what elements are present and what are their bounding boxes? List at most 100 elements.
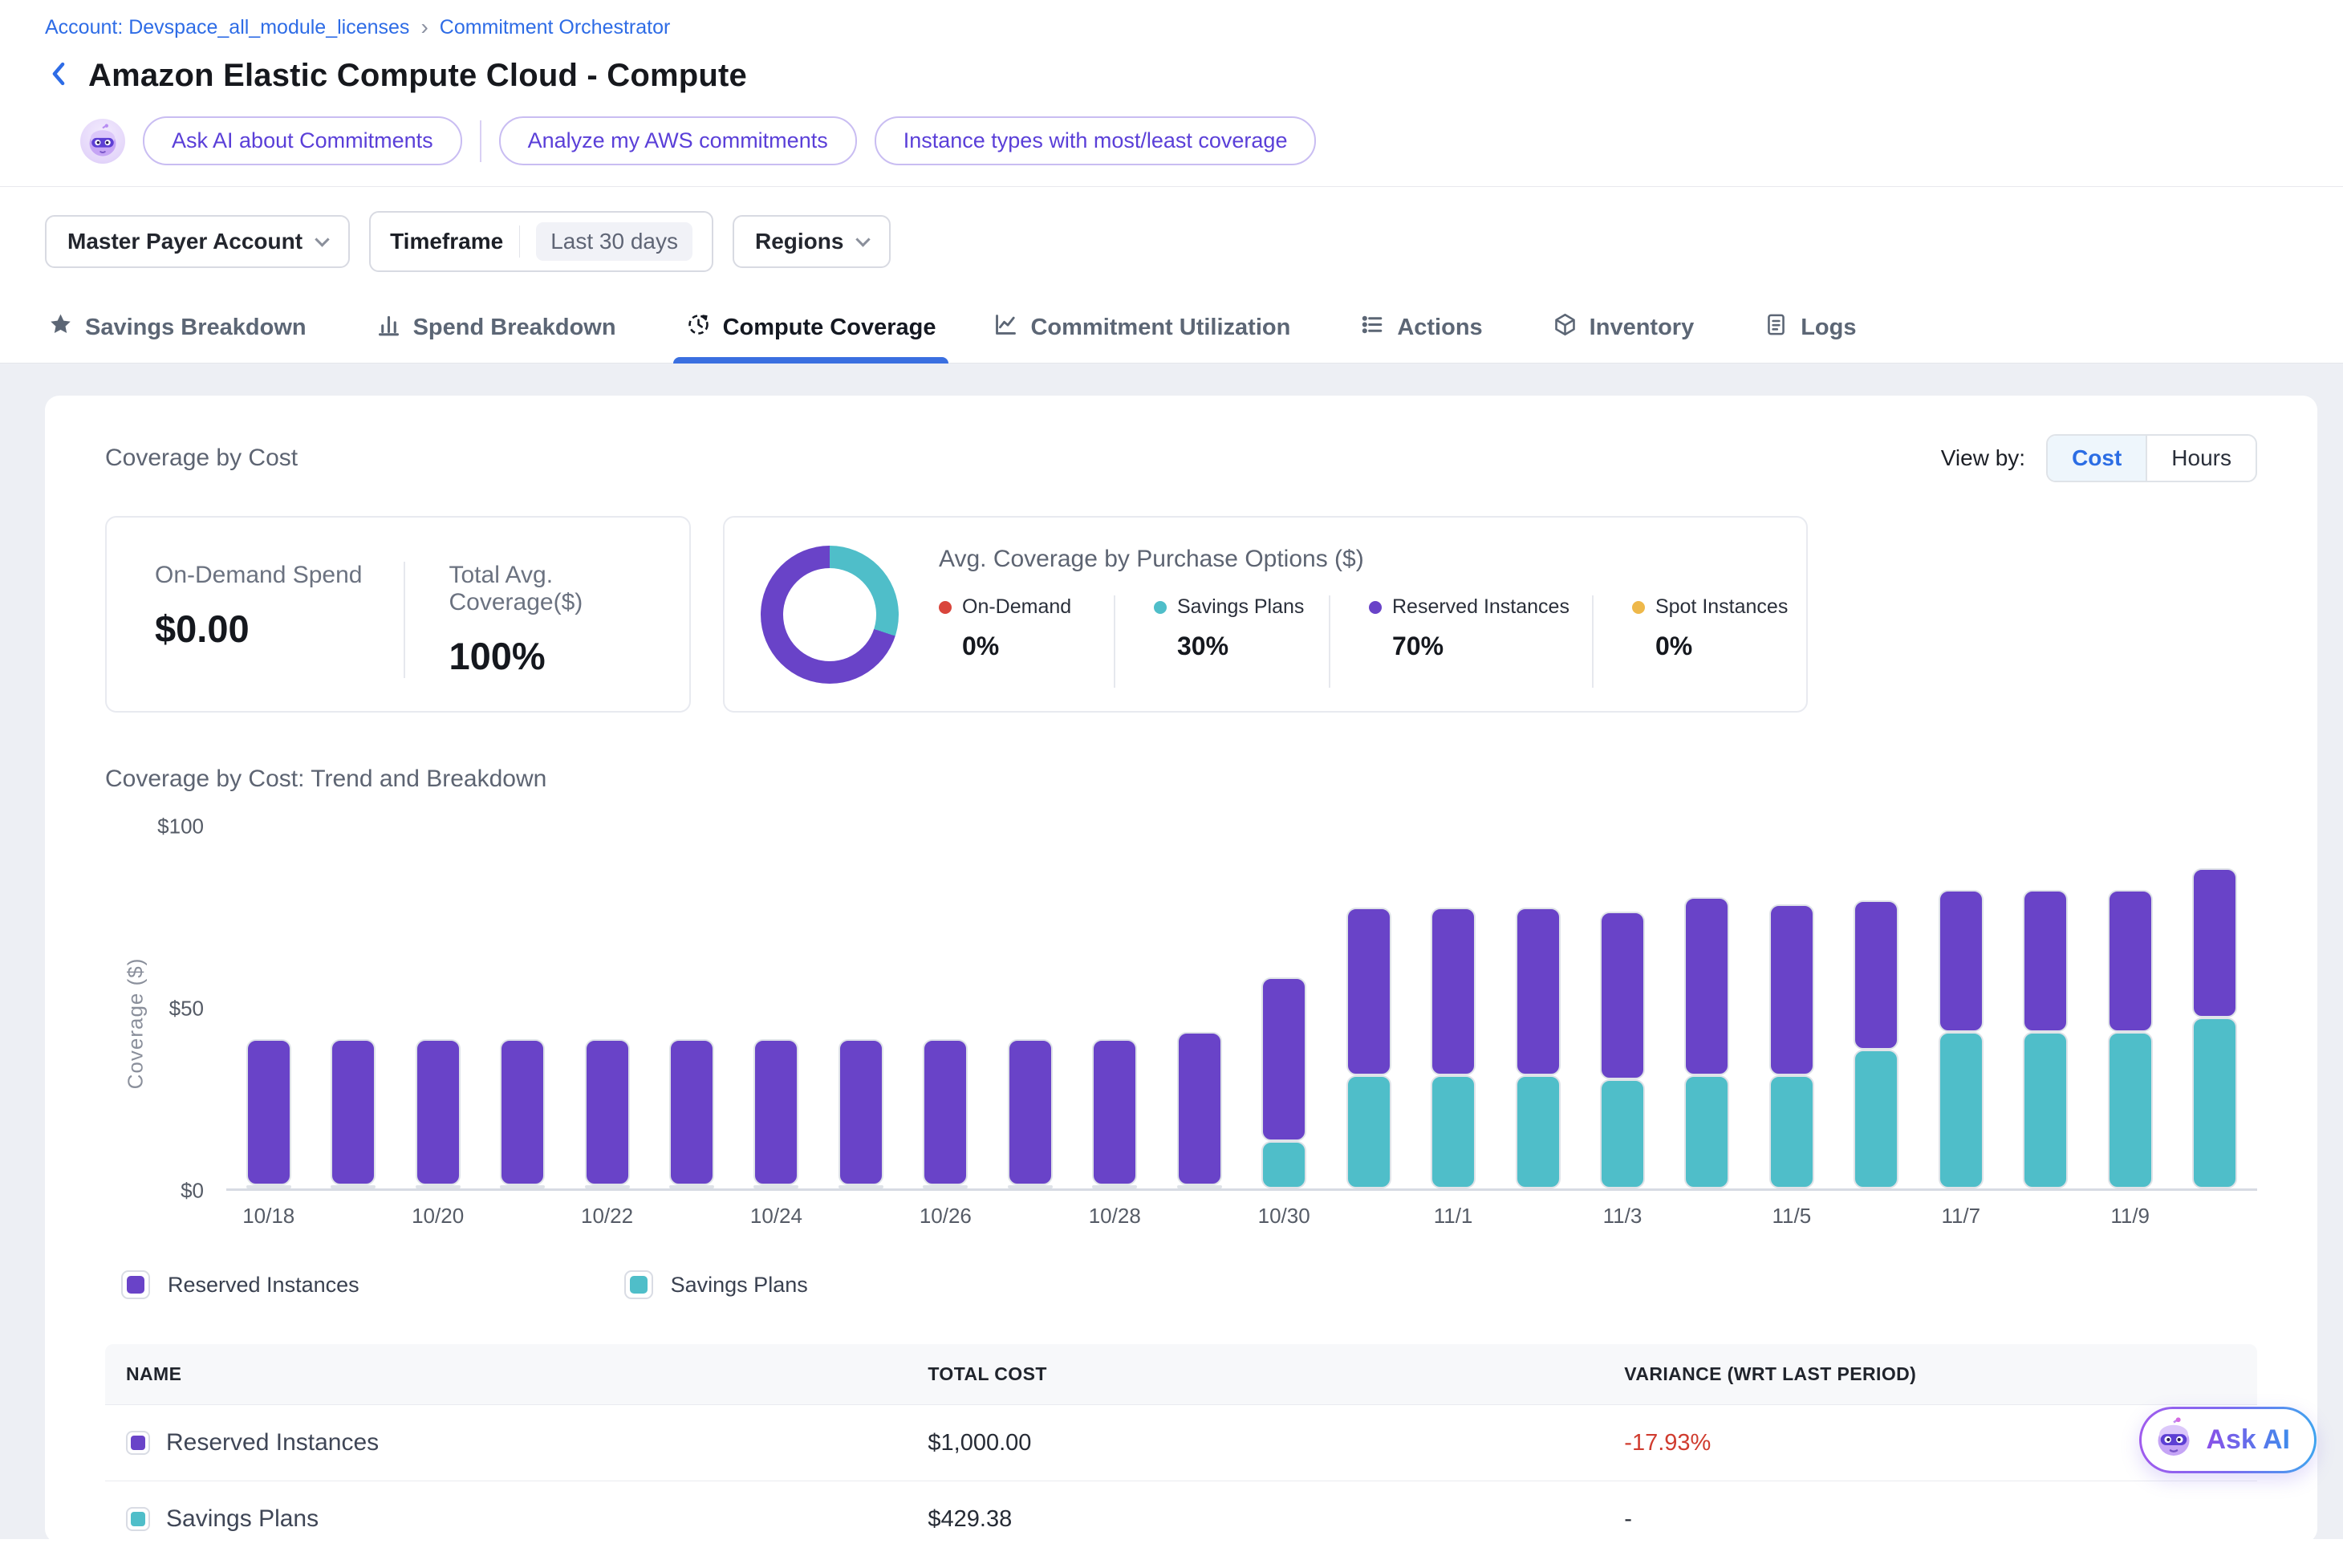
- trend-bar[interactable]: [1769, 904, 1814, 1188]
- table-row[interactable]: Savings Plans$429.38-: [105, 1481, 2257, 1543]
- trend-bar[interactable]: [1177, 1032, 1222, 1188]
- bar-segment-savings-plans: [585, 1185, 630, 1188]
- purchase-option-value: 30%: [1177, 632, 1306, 661]
- table-row[interactable]: Reserved Instances$1,000.00-17.93%: [105, 1404, 2257, 1481]
- bar-segment-savings-plans: [1092, 1185, 1137, 1188]
- bar-segment-reserved-instances: [1177, 1032, 1222, 1185]
- tab-label: Actions: [1397, 315, 1482, 341]
- row-swatch-icon: [126, 1431, 150, 1455]
- line-chart-icon: [993, 312, 1018, 343]
- tab-actions[interactable]: Actions: [1357, 295, 1497, 363]
- x-tick: 10/30: [1258, 1204, 1310, 1229]
- total-avg-coverage-label: Total Avg. Coverage($): [449, 562, 690, 616]
- trend-bar[interactable]: [1261, 977, 1306, 1188]
- legend-item-reserved-instances[interactable]: Reserved Instances: [121, 1270, 359, 1299]
- trend-bar[interactable]: [246, 1039, 291, 1188]
- total-avg-coverage-value: 100%: [449, 634, 690, 678]
- filter-bar: Master Payer Account Timeframe Last 30 d…: [0, 186, 2343, 295]
- ai-suggestions-bar: Ask AI about Commitments Analyze my AWS c…: [80, 116, 2298, 165]
- trend-bar[interactable]: [1600, 912, 1645, 1188]
- bar-segment-reserved-instances: [331, 1039, 376, 1185]
- tab-savings-breakdown[interactable]: Savings Breakdown: [45, 295, 322, 363]
- trend-bar[interactable]: [331, 1039, 376, 1188]
- trend-bar[interactable]: [1008, 1039, 1053, 1188]
- bar-segment-reserved-instances: [1939, 890, 1984, 1032]
- tab-label: Logs: [1801, 315, 1856, 341]
- legend-dot-icon: [1154, 601, 1167, 614]
- divider: [519, 225, 520, 258]
- tab-label: Spend Breakdown: [413, 315, 616, 341]
- tab-label: Inventory: [1590, 315, 1695, 341]
- on-demand-spend-value: $0.00: [155, 607, 396, 651]
- ai-suggestion-button[interactable]: Instance types with most/least coverage: [875, 116, 1317, 165]
- x-tick: 11/9: [2110, 1204, 2150, 1229]
- trend-bar[interactable]: [2023, 890, 2068, 1188]
- bar-segment-reserved-instances: [1854, 900, 1898, 1050]
- bar-segment-reserved-instances: [500, 1039, 545, 1185]
- purchase-option-savings-plans: Savings Plans30%: [1154, 595, 1306, 661]
- regions-dropdown[interactable]: Regions: [733, 215, 891, 268]
- tab-label: Savings Breakdown: [85, 315, 307, 341]
- bar-segment-savings-plans: [2023, 1032, 2068, 1188]
- trend-bar[interactable]: [416, 1039, 461, 1188]
- ask-ai-fab[interactable]: Ask AI: [2139, 1407, 2317, 1473]
- tab-compute-coverage[interactable]: Compute Coverage: [683, 295, 940, 363]
- purchase-option-label: On-Demand: [962, 595, 1071, 619]
- breadcrumb-account-link[interactable]: Account: Devspace_all_module_licenses: [45, 16, 409, 39]
- bar-segment-savings-plans: [1431, 1075, 1476, 1188]
- trend-bar[interactable]: [2192, 868, 2237, 1189]
- trend-bar[interactable]: [839, 1039, 883, 1188]
- bar-segment-reserved-instances: [416, 1039, 461, 1185]
- trend-bar[interactable]: [1939, 890, 1984, 1188]
- bar-segment-reserved-instances: [1008, 1039, 1053, 1185]
- tab-commitment-utilization[interactable]: Commitment Utilization: [990, 295, 1306, 363]
- account-scope-label: Master Payer Account: [67, 229, 303, 254]
- ask-ai-label: Ask AI: [2206, 1424, 2290, 1456]
- view-by-hours-option[interactable]: Hours: [2147, 436, 2256, 481]
- star-icon: [48, 312, 73, 343]
- timeframe-value[interactable]: Last 30 days: [536, 222, 692, 261]
- trend-bar[interactable]: [1854, 900, 1898, 1188]
- trend-bar[interactable]: [2108, 890, 2153, 1188]
- ai-suggestion-button[interactable]: Ask AI about Commitments: [143, 116, 462, 165]
- bar-segment-savings-plans: [1939, 1032, 1984, 1188]
- x-tick: 10/26: [920, 1204, 972, 1229]
- view-by-cost-option[interactable]: Cost: [2048, 436, 2147, 481]
- page-header: Account: Devspace_all_module_licenses › …: [0, 0, 2343, 165]
- y-tick: $50: [169, 997, 204, 1022]
- trend-bar[interactable]: [585, 1039, 630, 1188]
- trend-bar[interactable]: [753, 1039, 798, 1188]
- trend-bar[interactable]: [1431, 908, 1476, 1188]
- tab-spend-breakdown[interactable]: Spend Breakdown: [373, 295, 631, 363]
- trend-bar[interactable]: [1516, 908, 1561, 1188]
- trend-bar[interactable]: [1346, 908, 1391, 1188]
- x-tick: 10/22: [581, 1204, 633, 1229]
- bar-segment-savings-plans: [331, 1185, 376, 1188]
- legend-item-savings-plans[interactable]: Savings Plans: [624, 1270, 808, 1299]
- ai-robot-icon: [2153, 1417, 2195, 1463]
- y-tick: $0: [181, 1179, 204, 1204]
- bar-segment-reserved-instances: [246, 1039, 291, 1185]
- trend-bar[interactable]: [923, 1039, 968, 1188]
- bar-segment-reserved-instances: [1346, 908, 1391, 1075]
- divider: [480, 120, 481, 162]
- tab-inventory[interactable]: Inventory: [1549, 295, 1710, 363]
- trend-bar[interactable]: [669, 1039, 714, 1188]
- column-header: TOTAL COST: [928, 1363, 1624, 1385]
- trend-bar[interactable]: [1684, 897, 1729, 1188]
- tab-logs[interactable]: Logs: [1760, 295, 1871, 363]
- account-scope-dropdown[interactable]: Master Payer Account: [45, 215, 350, 268]
- trend-bar[interactable]: [1092, 1039, 1137, 1188]
- bar-segment-savings-plans: [923, 1185, 968, 1188]
- timeframe-control[interactable]: Timeframe Last 30 days: [369, 211, 713, 272]
- tab-label: Commitment Utilization: [1030, 315, 1290, 341]
- breadcrumb-section-link[interactable]: Commitment Orchestrator: [440, 16, 671, 39]
- bar-segment-reserved-instances: [1261, 977, 1306, 1141]
- coverage-card: Coverage by Cost View by: Cost Hours On-…: [45, 396, 2317, 1543]
- legend-dot-icon: [939, 601, 952, 614]
- back-button[interactable]: [45, 63, 72, 90]
- trend-bar[interactable]: [500, 1039, 545, 1188]
- bar-segment-reserved-instances: [923, 1039, 968, 1185]
- bar-segment-savings-plans: [669, 1185, 714, 1188]
- ai-suggestion-button[interactable]: Analyze my AWS commitments: [499, 116, 857, 165]
